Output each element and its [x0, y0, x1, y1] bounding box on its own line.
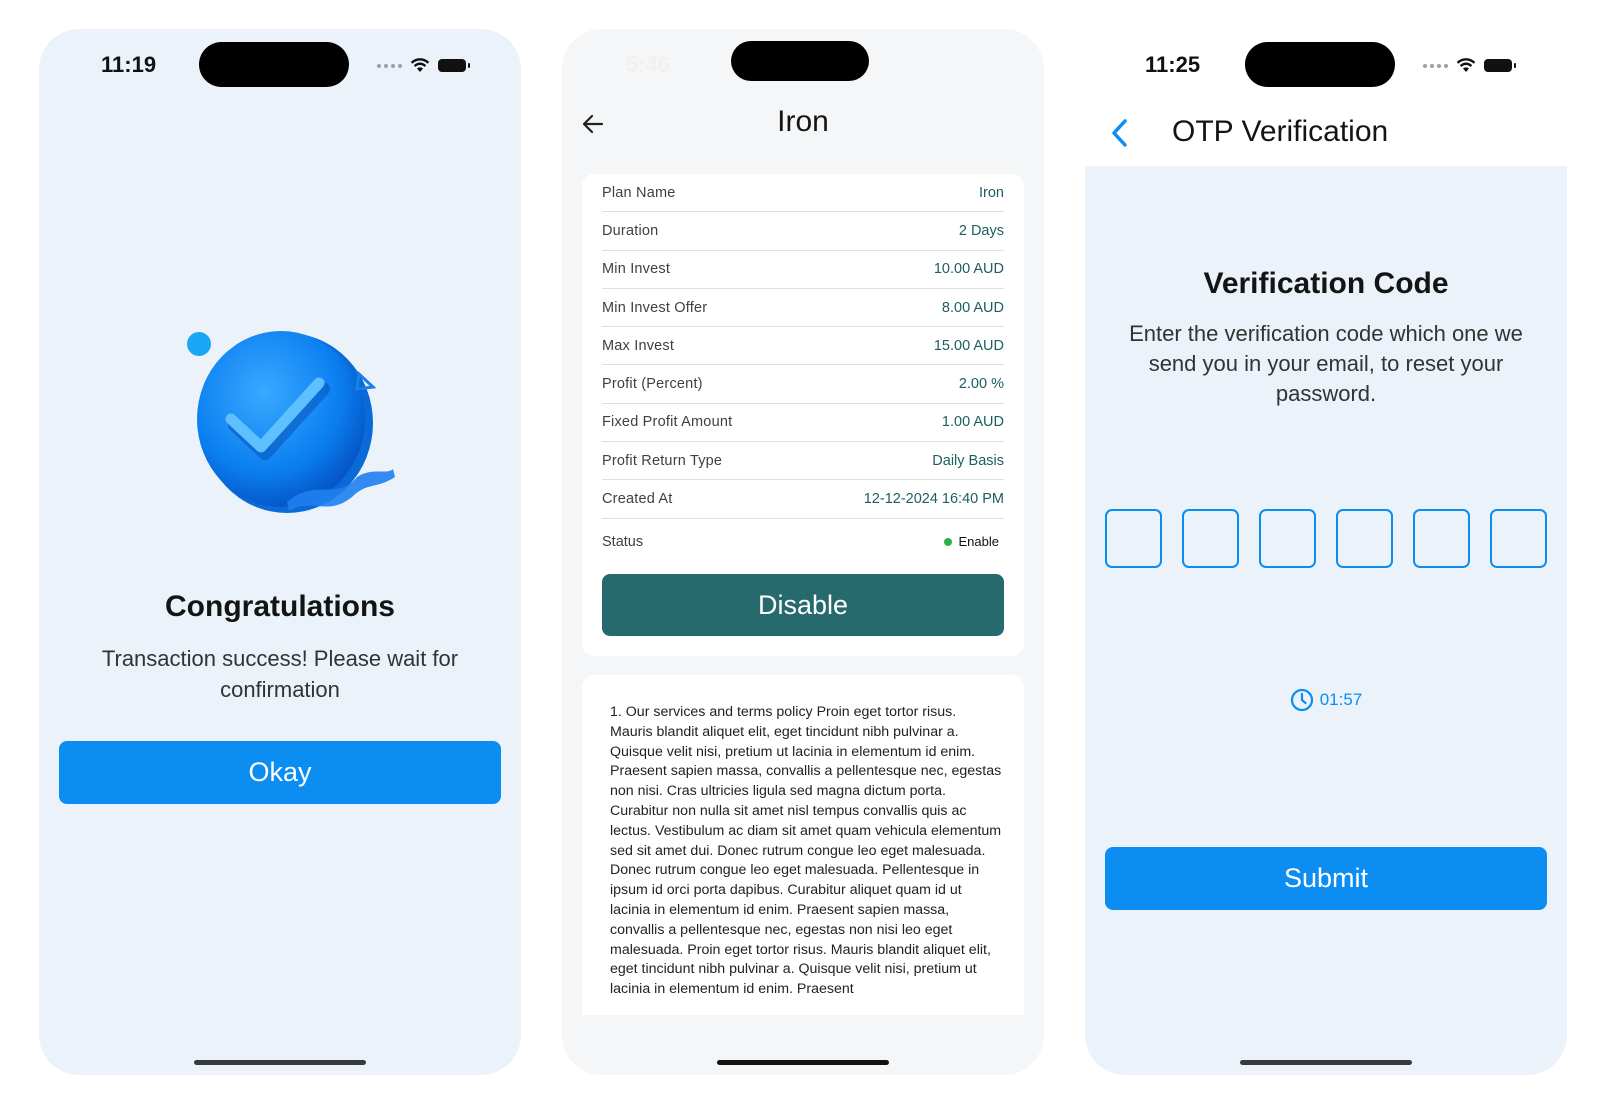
status-value: Enable [958, 534, 999, 550]
success-screen: 11:19 Congratulations Transaction succes… [39, 29, 521, 1075]
detail-row-created-at: Created At 12-12-2024 16:40 PM [602, 480, 1004, 519]
details-list: Plan Name Iron Duration 2 Days Min Invest 1… [602, 174, 1004, 565]
submit-button[interactable]: Submit [1105, 847, 1547, 910]
success-message: Transaction success! Please wait for con… [101, 646, 459, 702]
success-check-illustration [187, 331, 395, 513]
detail-label: Profit Return Type [602, 452, 723, 469]
otp-digit-2[interactable] [1182, 509, 1239, 568]
detail-value: 12-12-2024 16:40 PM [863, 491, 1004, 508]
otp-digit-5[interactable] [1413, 509, 1470, 568]
verification-heading: Verification Code [1203, 267, 1449, 300]
home-indicator[interactable] [1240, 1060, 1412, 1065]
detail-value: 15.00 AUD [933, 337, 1004, 354]
status-time: 11:19 [101, 52, 157, 77]
signal-icon [377, 63, 402, 68]
detail-label: Min Invest Offer [602, 299, 708, 316]
policy-card: 1. Our services and terms policy Proin e… [582, 675, 1024, 1015]
detail-label: Created At [602, 491, 673, 508]
otp-digit-3[interactable] [1259, 509, 1316, 568]
status-time: 11:25 [1145, 52, 1201, 77]
countdown-timer: 01:57 [1085, 688, 1567, 712]
battery-icon [1484, 59, 1516, 72]
back-chevron-icon[interactable] [1109, 117, 1131, 149]
detail-row-profit-percent: Profit (Percent) 2.00 % [602, 365, 1004, 404]
detail-value: Iron [979, 184, 1004, 201]
clock-icon [1290, 688, 1313, 712]
detail-row-min-invest: Min Invest 10.00 AUD [602, 251, 1004, 289]
timer-value: 01:57 [1319, 690, 1363, 709]
status-label: Status [602, 533, 644, 550]
wifi-icon [410, 58, 430, 72]
disable-button[interactable]: Disable [602, 574, 1004, 636]
dynamic-island [199, 42, 349, 87]
detail-value: 2 Days [958, 222, 1004, 239]
detail-value: 10.00 AUD [933, 261, 1004, 278]
detail-row-profit-return-type: Profit Return Type Daily Basis [602, 442, 1004, 481]
detail-label: Duration [602, 222, 659, 239]
verification-message: Enter the verification code which one we… [1129, 321, 1523, 406]
otp-input-group [1105, 509, 1547, 568]
detail-label: Fixed Profit Amount [602, 414, 733, 431]
dynamic-island [731, 41, 869, 81]
dynamic-island [1245, 42, 1395, 87]
plan-details-card: Plan Name Iron Duration 2 Days Min Invest 1… [582, 174, 1024, 656]
page-title: OTP Verification [1172, 115, 1389, 148]
otp-digit-4[interactable] [1336, 509, 1393, 568]
status-icons [377, 58, 470, 73]
home-indicator[interactable] [717, 1060, 889, 1065]
detail-row-plan-name: Plan Name Iron [602, 174, 1004, 213]
page-title: Iron [777, 105, 829, 138]
wifi-icon [1456, 58, 1476, 72]
detail-label: Plan Name [602, 184, 676, 201]
detail-row-duration: Duration 2 Days [602, 212, 1004, 251]
detail-row-min-invest-offer: Min Invest Offer 8.00 AUD [602, 289, 1004, 328]
otp-verification-screen: 11:25 OTP Verification Verification Code… [1085, 29, 1567, 1075]
detail-row-fixed-profit: Fixed Profit Amount 1.00 AUD [602, 404, 1004, 443]
home-indicator[interactable] [194, 1060, 366, 1065]
detail-label: Max Invest [602, 337, 675, 354]
detail-value: 2.00 % [958, 376, 1004, 393]
status-dot-icon [943, 537, 952, 546]
detail-label: Min Invest [602, 261, 671, 278]
otp-digit-6[interactable] [1490, 509, 1547, 568]
detail-label: Profit (Percent) [602, 376, 703, 393]
status-icons [1423, 58, 1516, 73]
success-title: Congratulations [165, 590, 395, 623]
okay-button[interactable]: Okay [59, 741, 501, 804]
policy-text: 1. Our services and terms policy Proin e… [610, 704, 1002, 998]
otp-digit-1[interactable] [1105, 509, 1162, 568]
detail-value: 8.00 AUD [941, 299, 1004, 316]
status-time: 5:46 [626, 52, 671, 77]
detail-value: 1.00 AUD [941, 414, 1004, 431]
signal-icon [1423, 63, 1448, 68]
detail-row-max-invest: Max Invest 15.00 AUD [602, 327, 1004, 366]
status-badge: Enable [943, 534, 1004, 550]
detail-value: Daily Basis [932, 452, 1004, 469]
plan-detail-screen: 5:46 Iron Plan Name Iron Duration 2 Days M… [562, 29, 1044, 1075]
detail-row-status: Status Enable [602, 519, 1004, 565]
battery-icon [438, 59, 470, 72]
